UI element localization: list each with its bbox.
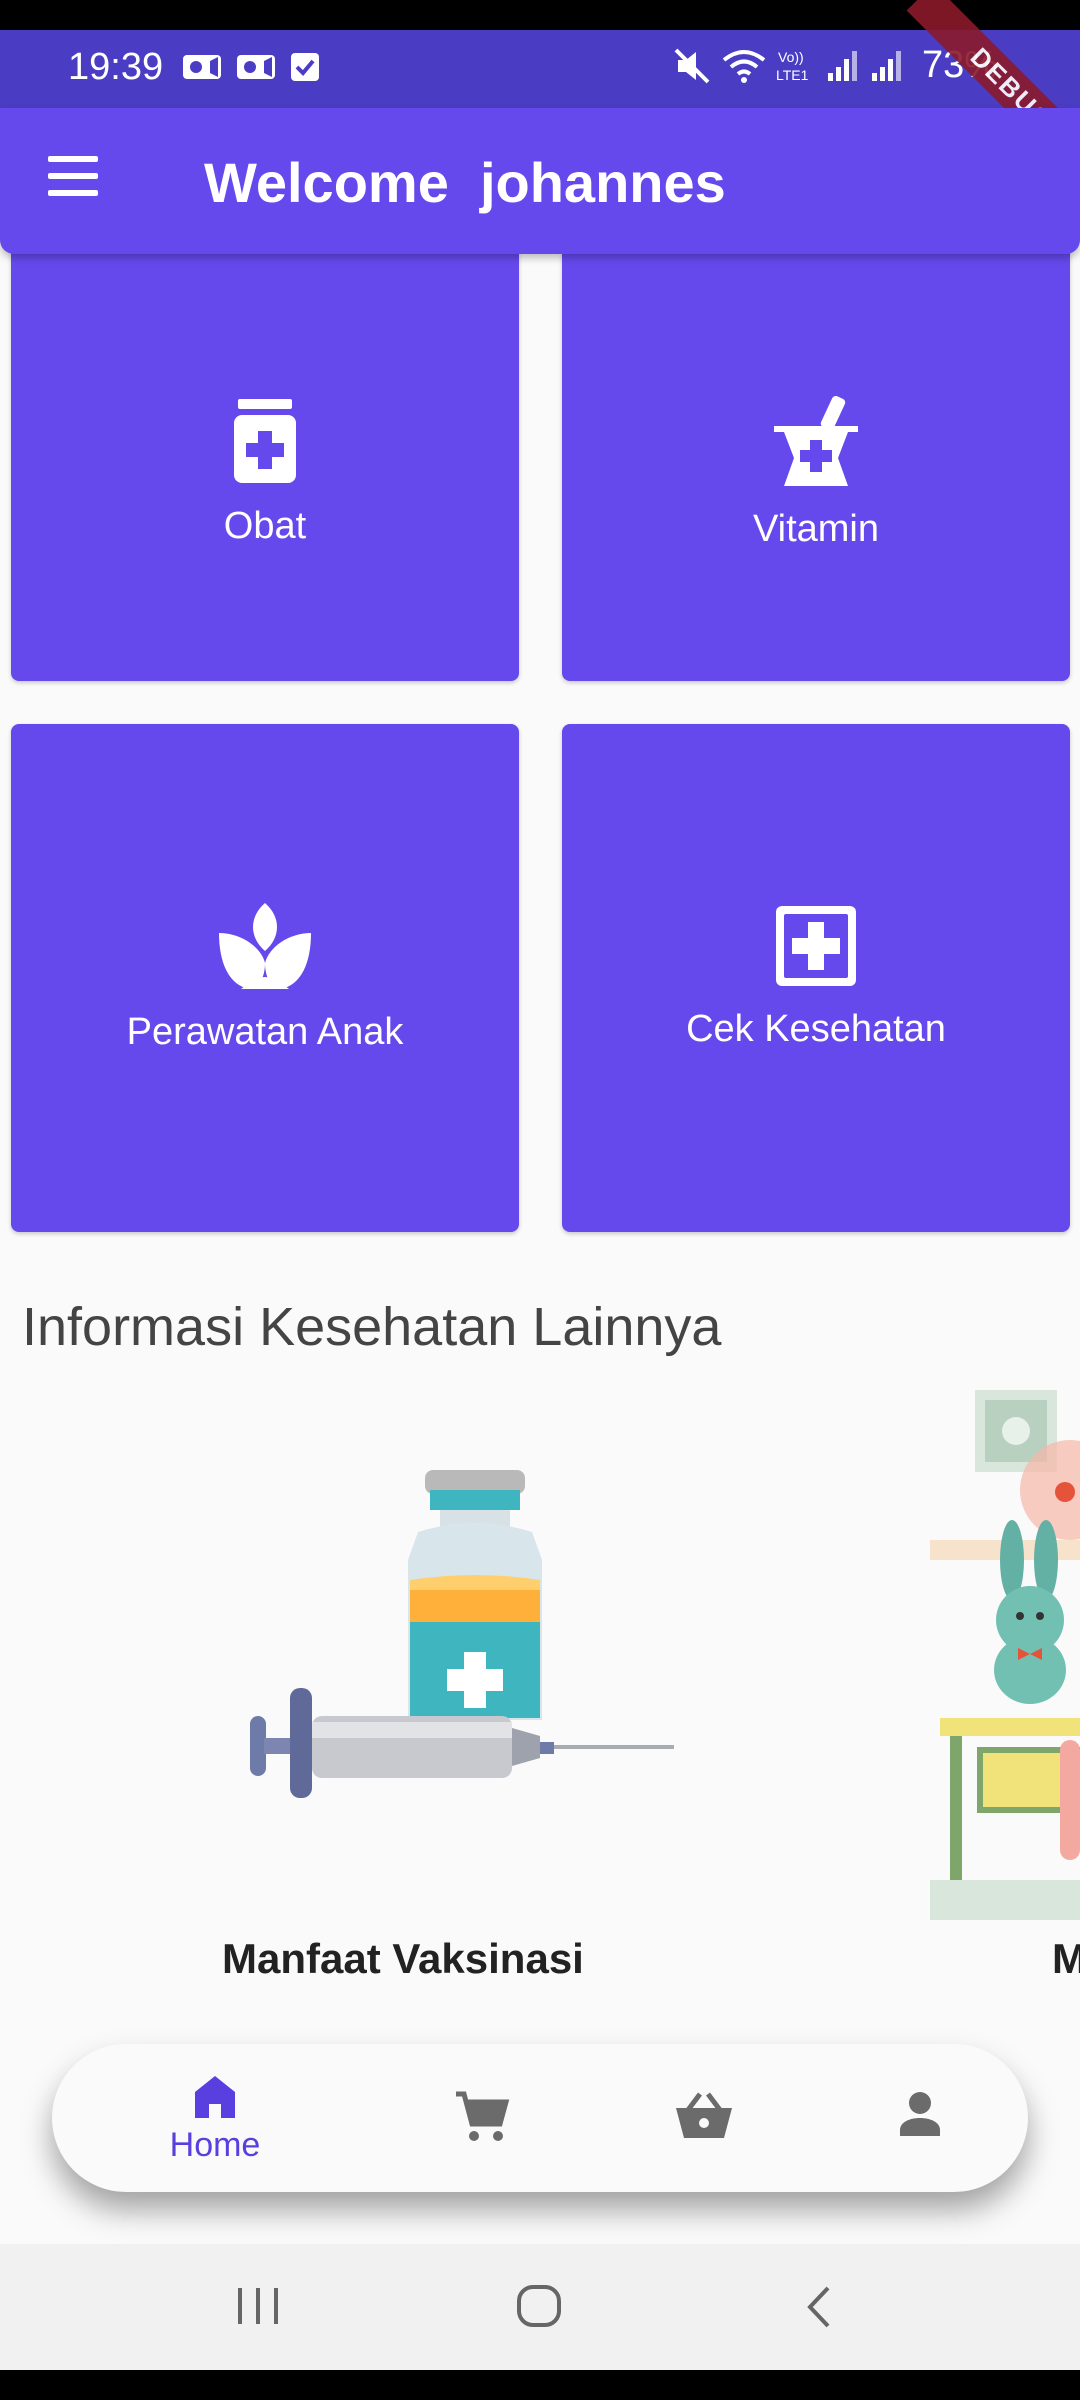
svg-text:Vo)): Vo)) — [778, 49, 804, 65]
nav-item-profile[interactable] — [860, 2090, 980, 2190]
status-bar: 19:39 Vo)) LTE1 73% DEBUG — [0, 0, 1080, 195]
category-label: Perawatan Anak — [126, 1010, 404, 1053]
app-bar: Welcome johannes — [0, 108, 1080, 254]
info-card-label: Manfaat Vaksinasi — [222, 1935, 584, 1982]
nav-item-basket[interactable] — [644, 2090, 764, 2190]
video-camera-icon — [237, 55, 275, 79]
basket-icon — [676, 2092, 732, 2138]
nav-item-cart[interactable] — [422, 2088, 542, 2188]
signal-icon — [828, 50, 857, 81]
category-tile-vitamin[interactable]: Vitamin — [562, 225, 1070, 681]
bottom-navigation: Home — [52, 2044, 1028, 2192]
nav-label-home: Home — [169, 2126, 261, 2164]
home-button-icon[interactable] — [516, 2284, 562, 2328]
info-card-vaksinasi[interactable]: Manfaat Vaksinasi — [0, 1380, 840, 2000]
svg-text:LTE1: LTE1 — [776, 67, 809, 83]
home-icon — [195, 2076, 235, 2118]
back-icon[interactable] — [804, 2284, 834, 2330]
cart-icon — [456, 2091, 510, 2141]
category-tile-obat[interactable]: Obat — [11, 225, 519, 681]
nav-item-home[interactable]: Home — [155, 2072, 275, 2172]
bottom-bezel — [0, 2370, 1080, 2400]
category-tile-perawatan-anak[interactable]: Perawatan Anak — [11, 724, 519, 1232]
status-time: 19:39 — [68, 46, 164, 88]
app-screen: 19:39 Vo)) LTE1 73% DEBUG Welcome johanne… — [0, 0, 1080, 2400]
medical-cross-icon — [776, 905, 856, 986]
system-navigation-bar — [0, 2244, 1080, 2370]
page-title: Welcome johannes — [204, 151, 726, 214]
category-tile-cek-kesehatan[interactable]: Cek Kesehatan — [562, 724, 1070, 1232]
notification-icons — [182, 52, 320, 82]
signal-icon — [872, 50, 901, 81]
category-label: Cek Kesehatan — [686, 1007, 946, 1050]
category-label: Obat — [223, 504, 307, 547]
mortar-pestle-icon — [774, 395, 858, 486]
section-title: Informasi Kesehatan Lainnya — [22, 1297, 722, 1357]
category-label: Vitamin — [752, 507, 880, 550]
wifi-icon — [722, 49, 766, 83]
person-icon — [900, 2092, 940, 2136]
vaccine-syringe-illustration — [250, 1470, 674, 1798]
menu-button[interactable] — [40, 156, 106, 208]
mute-icon — [674, 48, 710, 83]
menu-icon — [48, 156, 98, 162]
recent-apps-icon[interactable] — [236, 2286, 282, 2326]
lotus-icon — [219, 902, 311, 989]
volte-icon: Vo)) LTE1 — [776, 49, 809, 83]
medicine-bottle-icon — [234, 398, 296, 483]
checkbox-icon — [291, 53, 319, 81]
info-card-label: M — [1052, 1935, 1080, 1982]
video-camera-icon — [183, 55, 221, 79]
child-bedroom-illustration — [930, 1390, 1080, 1920]
info-card-partial[interactable]: M — [900, 1380, 1080, 2000]
